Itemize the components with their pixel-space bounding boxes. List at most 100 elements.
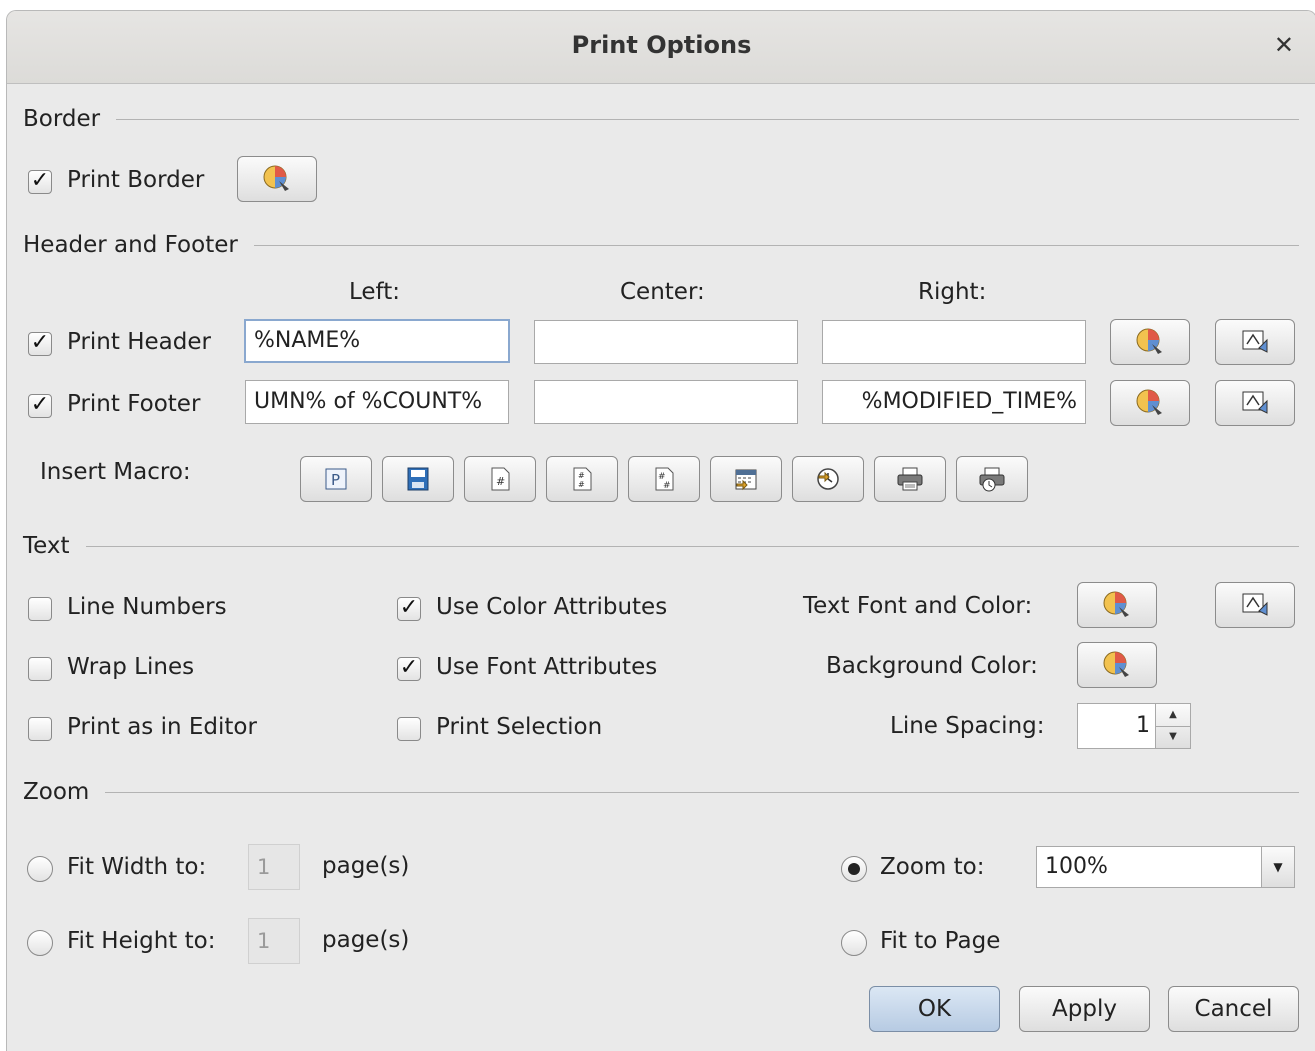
macro-page-of-count-icon: ##	[655, 467, 674, 491]
left-column-label: Left:	[349, 279, 401, 305]
macro-button-save[interactable]	[382, 456, 454, 502]
svg-text:P: P	[331, 471, 340, 489]
text-section-label: Text	[23, 533, 70, 559]
border-color-button[interactable]	[237, 156, 317, 202]
fit-height-input[interactable]: 1	[248, 918, 300, 964]
zoom-section-label: Zoom	[23, 779, 90, 805]
fit-width-label: Fit Width to:	[67, 854, 207, 880]
footer-center-input[interactable]	[534, 380, 798, 424]
footer-color-button[interactable]	[1110, 380, 1190, 426]
spinner-down-icon[interactable]: ▼	[1156, 726, 1190, 748]
macro-date-icon	[735, 469, 757, 491]
macro-page-number-icon: #	[491, 467, 510, 491]
fit-width-input[interactable]: 1	[248, 844, 300, 890]
fit-width-radio[interactable]	[27, 856, 53, 882]
wrap-lines-label: Wrap Lines	[67, 654, 195, 680]
insert-macro-label: Insert Macro:	[40, 459, 191, 485]
color-palette-icon	[1103, 591, 1129, 617]
use-font-attributes-label: Use Font Attributes	[436, 654, 658, 680]
use-font-attributes-checkbox[interactable]: ✓	[397, 657, 421, 681]
use-color-attributes-checkbox[interactable]: ✓	[397, 597, 421, 621]
print-as-in-editor-checkbox[interactable]	[28, 717, 52, 741]
use-color-attributes-label: Use Color Attributes	[436, 594, 668, 620]
footer-right-input[interactable]: %MODIFIED_TIME%	[822, 380, 1086, 424]
macro-button-page-count[interactable]: # #	[546, 456, 618, 502]
macro-page-count-icon: ##	[573, 467, 592, 491]
zoom-level-select[interactable]: 100% ▼	[1036, 846, 1295, 888]
footer-font-button[interactable]	[1215, 380, 1295, 426]
fit-height-label: Fit Height to:	[67, 928, 216, 954]
zoom-to-label: Zoom to:	[880, 854, 985, 880]
print-header-label: Print Header	[67, 329, 211, 355]
fit-height-pages-label: page(s)	[322, 927, 410, 953]
svg-text:#: #	[578, 480, 585, 489]
header-footer-section-header: Header and Footer	[23, 232, 1299, 258]
svg-text:#: #	[578, 471, 585, 480]
macro-button-print-date[interactable]	[874, 456, 946, 502]
header-right-input[interactable]	[822, 320, 1086, 364]
print-selection-checkbox[interactable]	[397, 717, 421, 741]
font-settings-icon	[1242, 330, 1268, 353]
close-icon[interactable]: ✕	[1274, 31, 1294, 59]
line-spacing-spinner[interactable]: 1 ▲ ▼	[1077, 703, 1191, 749]
text-font-color-label: Text Font and Color:	[803, 593, 1033, 619]
apply-button[interactable]: Apply	[1019, 986, 1150, 1032]
fit-width-pages-label: page(s)	[322, 853, 410, 879]
macro-button-page-of-count[interactable]: # #	[628, 456, 700, 502]
chevron-down-icon[interactable]: ▼	[1261, 847, 1294, 887]
title-bar: Print Options ✕	[7, 11, 1315, 84]
footer-left-input[interactable]: UMN% of %COUNT%	[245, 380, 509, 424]
background-color-label: Background Color:	[826, 653, 1038, 679]
print-as-in-editor-label: Print as in Editor	[67, 714, 257, 740]
color-palette-icon	[1103, 651, 1129, 677]
macro-print-time-icon	[979, 467, 1005, 492]
header-footer-section-label: Header and Footer	[23, 232, 238, 258]
svg-text:#: #	[496, 475, 505, 488]
spinner-up-icon[interactable]: ▲	[1156, 704, 1190, 727]
print-footer-checkbox[interactable]: ✓	[28, 394, 52, 418]
header-center-input[interactable]	[534, 320, 798, 364]
macro-button-date[interactable]	[710, 456, 782, 502]
print-selection-label: Print Selection	[436, 714, 603, 740]
zoom-level-value: 100%	[1045, 854, 1108, 879]
macro-time-icon	[817, 468, 839, 490]
macro-button-print-time[interactable]	[956, 456, 1028, 502]
macro-button-page-number[interactable]: #	[464, 456, 536, 502]
text-font-button[interactable]	[1215, 582, 1295, 628]
header-left-input[interactable]: %NAME%	[244, 319, 510, 363]
text-section-header: Text	[23, 533, 1299, 559]
header-color-button[interactable]	[1110, 319, 1190, 365]
section-divider	[116, 118, 1299, 120]
header-font-button[interactable]	[1215, 319, 1295, 365]
wrap-lines-checkbox[interactable]	[28, 657, 52, 681]
section-divider	[85, 545, 1299, 547]
font-settings-icon	[1242, 391, 1268, 414]
svg-text:#: #	[663, 481, 671, 491]
background-color-button[interactable]	[1077, 642, 1157, 688]
section-divider	[105, 791, 1299, 793]
color-palette-icon	[1136, 389, 1162, 415]
fit-to-page-radio[interactable]	[841, 930, 867, 956]
ok-button[interactable]: OK	[869, 986, 1000, 1032]
color-palette-icon	[263, 165, 289, 191]
border-section-header: Border	[23, 106, 1299, 132]
macro-button-p[interactable]: P	[300, 456, 372, 502]
border-section-label: Border	[23, 106, 101, 132]
dialog-title: Print Options	[571, 31, 752, 59]
section-divider	[253, 244, 1299, 246]
macro-print-date-icon	[897, 467, 923, 491]
line-numbers-checkbox[interactable]	[28, 597, 52, 621]
center-column-label: Center:	[620, 279, 705, 305]
cancel-button[interactable]: Cancel	[1168, 986, 1299, 1032]
print-border-label: Print Border	[67, 167, 205, 193]
print-header-checkbox[interactable]: ✓	[28, 332, 52, 356]
line-spacing-value: 1	[1136, 713, 1150, 738]
right-column-label: Right:	[918, 279, 987, 305]
font-settings-icon	[1242, 593, 1268, 616]
zoom-to-radio[interactable]	[841, 856, 867, 882]
fit-height-radio[interactable]	[27, 930, 53, 956]
macro-button-time[interactable]	[792, 456, 864, 502]
text-color-button[interactable]	[1077, 582, 1157, 628]
print-border-checkbox[interactable]: ✓	[28, 170, 52, 194]
line-numbers-label: Line Numbers	[67, 594, 227, 620]
